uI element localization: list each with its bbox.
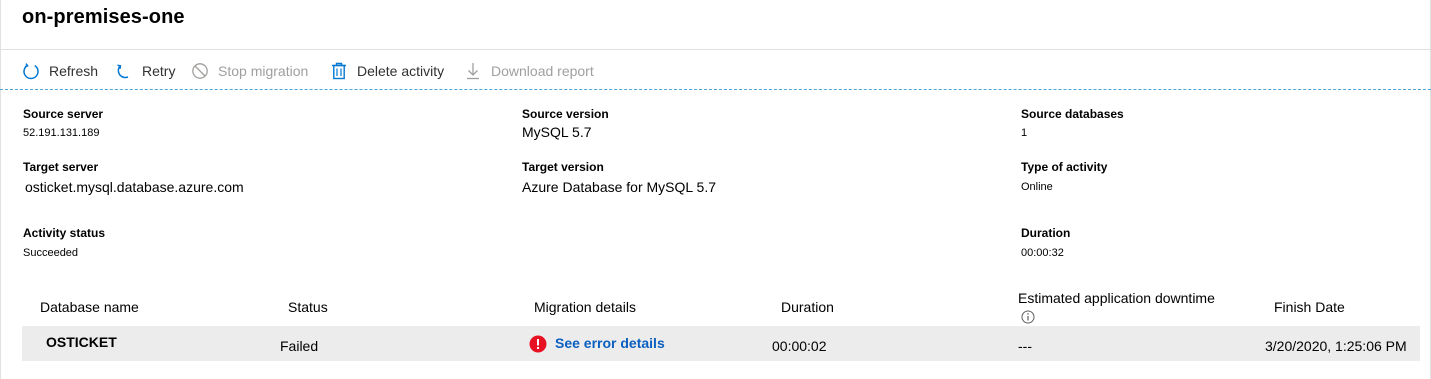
column-header-migration-details[interactable]: Migration details — [534, 299, 636, 315]
delete-activity-button[interactable]: Delete activity — [330, 58, 444, 84]
download-report-button[interactable]: Download report — [464, 58, 594, 84]
download-icon — [464, 61, 482, 81]
activity-type-value: Online — [1021, 181, 1053, 193]
trash-icon — [330, 61, 348, 81]
retry-icon — [115, 61, 133, 81]
cell-downtime: --- — [1018, 338, 1032, 354]
column-header-finish-date[interactable]: Finish Date — [1274, 299, 1345, 315]
refresh-icon — [22, 61, 40, 81]
column-header-status[interactable]: Status — [288, 299, 328, 315]
frame-left-border — [0, 0, 1, 379]
command-bar: Refresh Retry Stop migration Delete acti… — [0, 58, 1431, 84]
retry-label: Retry — [142, 63, 176, 79]
see-error-details-link[interactable]: See error details — [555, 335, 665, 351]
cell-database-name: OSTICKET — [46, 334, 117, 350]
target-version-value: Azure Database for MySQL 5.7 — [522, 179, 717, 195]
refresh-label: Refresh — [49, 63, 99, 79]
table-row[interactable] — [22, 326, 1420, 361]
download-report-label: Download report — [491, 63, 594, 79]
stop-icon — [191, 61, 209, 81]
delete-activity-label: Delete activity — [357, 63, 445, 79]
retry-button[interactable]: Retry — [115, 58, 175, 84]
activity-status-value: Succeeded — [23, 247, 79, 259]
column-header-database-name[interactable]: Database name — [40, 299, 139, 315]
error-icon — [529, 335, 547, 358]
column-header-duration[interactable]: Duration — [781, 299, 834, 315]
stop-migration-button[interactable]: Stop migration — [191, 58, 308, 84]
source-server-value: 52.191.131.189 — [23, 127, 100, 139]
source-version-label: Source version — [522, 107, 609, 121]
page-title: on-premises-one — [22, 6, 185, 28]
column-header-downtime[interactable]: Estimated application downtime — [1018, 290, 1215, 306]
cell-duration: 00:00:02 — [772, 338, 827, 354]
stop-migration-label: Stop migration — [218, 63, 309, 79]
duration-value: 00:00:32 — [1021, 247, 1064, 259]
duration-label: Duration — [1021, 226, 1071, 240]
source-databases-label: Source databases — [1021, 107, 1124, 121]
cell-finish-date: 3/20/2020, 1:25:06 PM — [1265, 338, 1407, 354]
target-server-value: osticket.mysql.database.azure.com — [25, 179, 244, 195]
toolbar-divider — [0, 89, 1431, 90]
activity-type-label: Type of activity — [1021, 160, 1108, 174]
target-server-label: Target server — [23, 160, 99, 174]
activity-status-label: Activity status — [23, 226, 106, 240]
cell-status: Failed — [280, 338, 319, 354]
refresh-button[interactable]: Refresh — [22, 58, 98, 84]
source-server-label: Source server — [23, 107, 104, 121]
target-version-label: Target version — [522, 160, 604, 174]
source-databases-value: 1 — [1021, 127, 1028, 139]
source-version-value: MySQL 5.7 — [522, 124, 592, 140]
title-divider — [0, 49, 1431, 50]
